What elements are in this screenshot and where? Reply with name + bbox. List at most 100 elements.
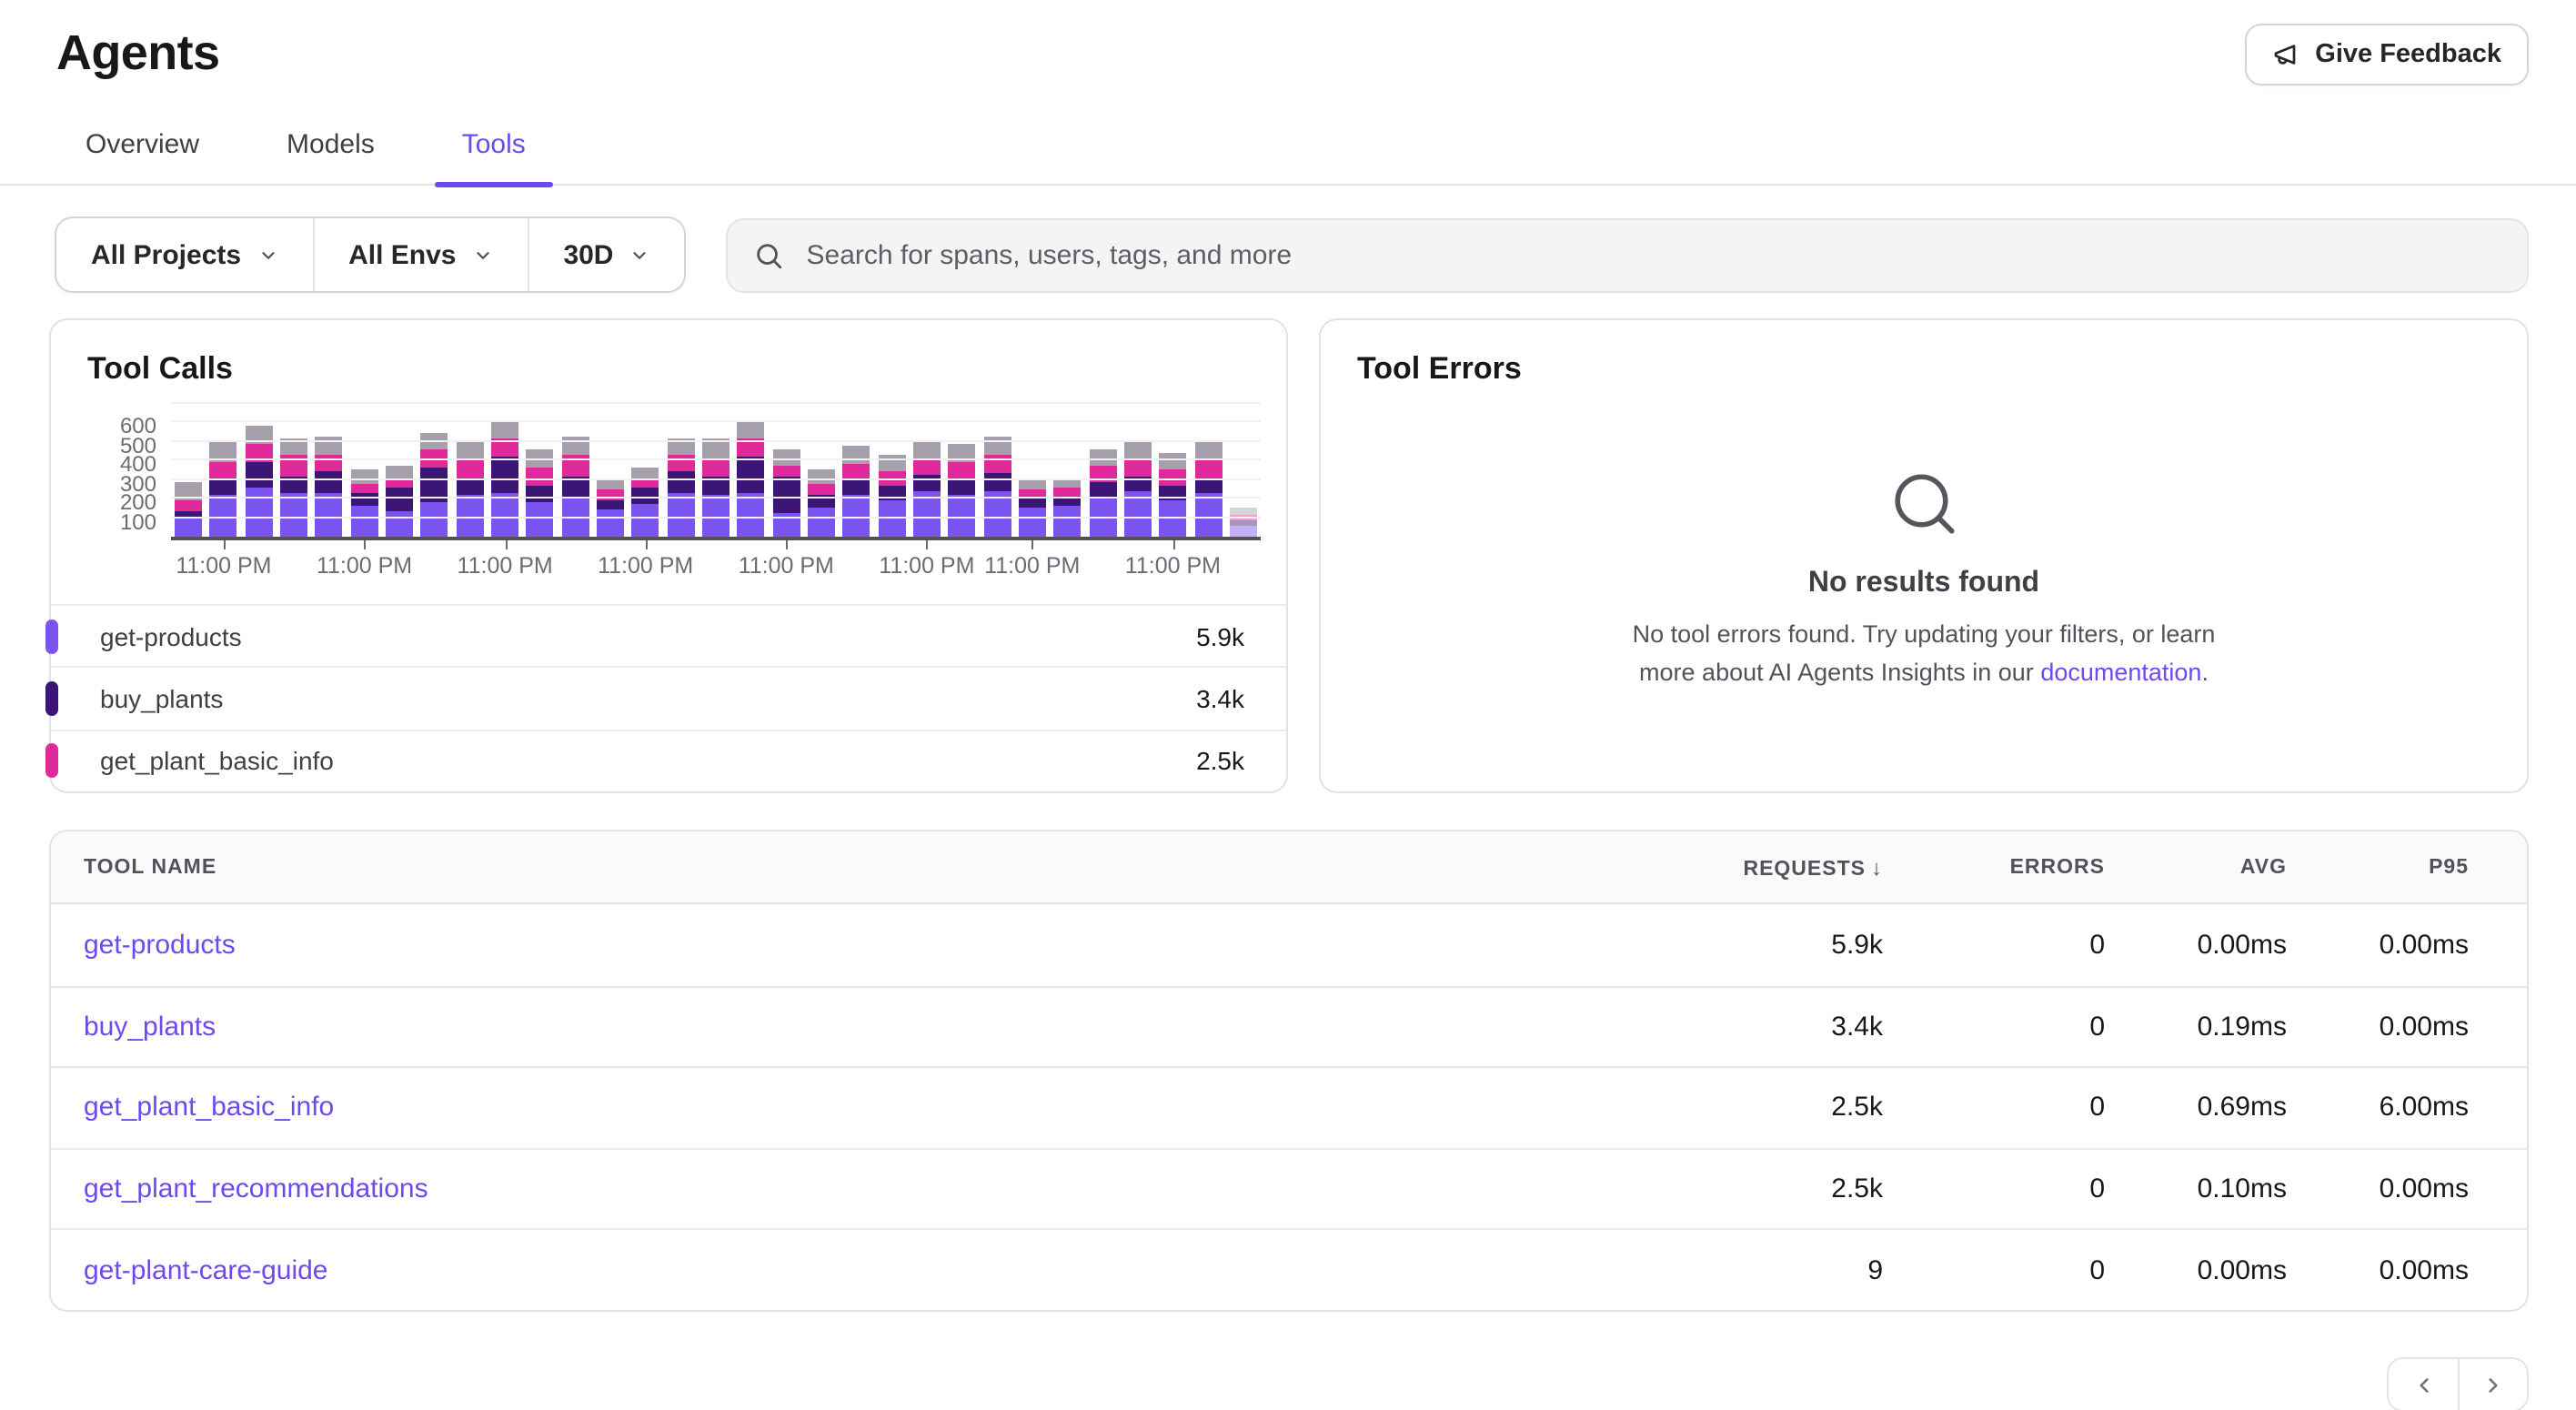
give-feedback-label: Give Feedback <box>2315 40 2501 69</box>
chart-bar[interactable] <box>386 467 413 537</box>
column-header-tool-name[interactable]: TOOL NAME <box>51 856 1592 878</box>
chevron-down-icon <box>630 246 650 266</box>
search-empty-icon <box>1886 466 1962 542</box>
column-header-requests[interactable]: REQUESTS↓ <box>1592 854 1883 880</box>
table-header-row: TOOL NAME REQUESTS↓ ERRORS AVG P95 <box>51 831 2527 904</box>
tab-models[interactable]: Models <box>256 111 406 184</box>
chart-bar[interactable] <box>1160 453 1187 537</box>
chart-bar[interactable] <box>808 470 835 537</box>
x-tick-label: 11:00 PM <box>739 553 834 579</box>
search-icon <box>754 239 785 270</box>
x-tick-label: 11:00 PM <box>879 553 974 579</box>
tab-tools[interactable]: Tools <box>431 111 557 184</box>
cell-avg: 0.10ms <box>2105 1173 2287 1204</box>
empty-state: No results found No tool errors found. T… <box>1321 418 2527 791</box>
chart-bar[interactable] <box>351 470 378 537</box>
chevron-right-icon <box>2481 1373 2505 1396</box>
chart-bar[interactable] <box>457 442 484 537</box>
documentation-link[interactable]: documentation <box>2040 659 2201 686</box>
cell-errors: 0 <box>1883 930 2105 961</box>
chart-bar[interactable] <box>949 444 976 537</box>
chart-bar[interactable] <box>913 441 941 537</box>
table-body: get-products5.9k00.00ms0.00msbuy_plants3… <box>51 904 2527 1310</box>
chart-bar[interactable] <box>1230 509 1257 537</box>
tab-overview[interactable]: Overview <box>55 111 230 184</box>
projects-filter-dropdown[interactable]: All Projects <box>56 218 312 291</box>
chart-bar[interactable] <box>1089 449 1116 537</box>
table-row: get_plant_recommendations 2.5k00.10ms0.00… <box>51 1148 2527 1229</box>
pagination <box>2387 1357 2529 1410</box>
chart-bar[interactable] <box>702 438 730 537</box>
legend-tool-name: get-products <box>100 621 242 650</box>
chart-bar[interactable] <box>210 442 237 537</box>
chart-bar[interactable] <box>597 479 624 537</box>
tool-name-link[interactable]: get_plant_basic_info <box>84 1093 334 1123</box>
tool-calls-chart: 11:00 PM 11:00 PM 11:00 PM 11:00 PM 11:00 PM… <box>87 413 1261 584</box>
agents-insights-page: Agents Give Feedback Overview Models Too… <box>0 0 2576 1410</box>
tool-calls-title: Tool Calls <box>51 320 1286 388</box>
x-tick-label: 11:00 PM <box>317 553 412 579</box>
chart-bar[interactable] <box>983 437 1011 537</box>
cell-p95: 0.00ms <box>2287 1012 2469 1042</box>
give-feedback-button[interactable]: Give Feedback <box>2244 24 2529 86</box>
legend-color-swatch <box>45 744 58 779</box>
legend-row-get_plant_basic_info[interactable]: get_plant_basic_info2.5k <box>51 729 1286 791</box>
chart-bar[interactable] <box>527 449 554 537</box>
empty-state-title: No results found <box>1808 568 2039 600</box>
chart-bar[interactable] <box>1019 478 1046 537</box>
chart-bar[interactable] <box>316 437 343 537</box>
chart-bar[interactable] <box>1124 441 1152 537</box>
date-range-dropdown[interactable]: 30D <box>527 218 684 291</box>
chart-x-axis: 11:00 PM 11:00 PM 11:00 PM 11:00 PM 11:00 PM… <box>171 540 1261 584</box>
y-tick-label: 600 <box>87 414 156 439</box>
table-row: get-plant-care-guide900.00ms0.00ms <box>51 1229 2527 1310</box>
search-input[interactable] <box>803 237 2502 272</box>
table-row: get-products5.9k00.00ms0.00ms <box>51 904 2527 985</box>
x-tick-label: 11:00 PM <box>458 553 553 579</box>
chart-bar[interactable] <box>175 482 202 538</box>
tool-name-link[interactable]: get_plant_recommendations <box>84 1173 428 1204</box>
chart-bar[interactable] <box>668 438 695 537</box>
previous-page-button[interactable] <box>2389 1359 2458 1410</box>
column-header-p95[interactable]: P95 <box>2287 856 2469 878</box>
tool-name-link[interactable]: get-products <box>84 930 236 961</box>
chart-bar[interactable] <box>1194 442 1222 537</box>
cell-p95: 0.00ms <box>2287 1173 2469 1204</box>
chart-bar[interactable] <box>280 438 307 537</box>
cell-requests: 2.5k <box>1592 1093 1883 1123</box>
tool-errors-card: Tool Errors No results found No tool err… <box>1319 318 2529 793</box>
x-tick-label: 11:00 PM <box>984 553 1080 579</box>
tool-calls-card: Tool Calls 11:00 PM11:00 PM11:00 PM11:00… <box>49 318 1288 793</box>
envs-filter-dropdown[interactable]: All Envs <box>312 218 527 291</box>
page-title: Agents <box>56 24 219 83</box>
cell-errors: 0 <box>1883 1012 2105 1042</box>
chart-bar[interactable] <box>246 426 273 537</box>
chart-bar[interactable] <box>421 433 448 537</box>
chart-plot-area <box>171 413 1261 540</box>
cell-avg: 0.00ms <box>2105 930 2287 961</box>
chart-bar[interactable] <box>878 455 905 537</box>
legend-tool-name: get_plant_basic_info <box>100 747 334 776</box>
cell-p95: 0.00ms <box>2287 1254 2469 1285</box>
legend-row-buy_plants[interactable]: buy_plants3.4k <box>51 667 1286 730</box>
cell-errors: 0 <box>1883 1093 2105 1123</box>
cell-requests: 2.5k <box>1592 1173 1883 1204</box>
chart-bar[interactable] <box>772 449 800 537</box>
cell-requests: 9 <box>1592 1254 1883 1285</box>
x-tick-label: 11:00 PM <box>598 553 693 579</box>
legend-row-get-products[interactable]: get-products 5.9k <box>51 606 1286 667</box>
chart-bar[interactable] <box>562 437 589 537</box>
cell-errors: 0 <box>1883 1173 2105 1204</box>
date-range-label: 30D <box>563 239 613 270</box>
tool-name-link[interactable]: get-plant-care-guide <box>84 1254 328 1285</box>
search-bar[interactable] <box>727 217 2530 292</box>
chart-bar[interactable] <box>1054 478 1082 537</box>
next-page-button[interactable] <box>2458 1359 2527 1410</box>
column-header-errors[interactable]: ERRORS <box>1883 856 2105 878</box>
column-header-avg[interactable]: AVG <box>2105 856 2287 878</box>
legend-tool-count: 5.9k <box>1196 621 1244 650</box>
summary-cards: Tool Calls 11:00 PM11:00 PM11:00 PM11:00… <box>0 293 2576 793</box>
chevron-down-icon <box>472 246 492 266</box>
tool-name-link[interactable]: buy_plants <box>84 1012 216 1042</box>
legend-tool-name: buy_plants <box>100 684 223 713</box>
